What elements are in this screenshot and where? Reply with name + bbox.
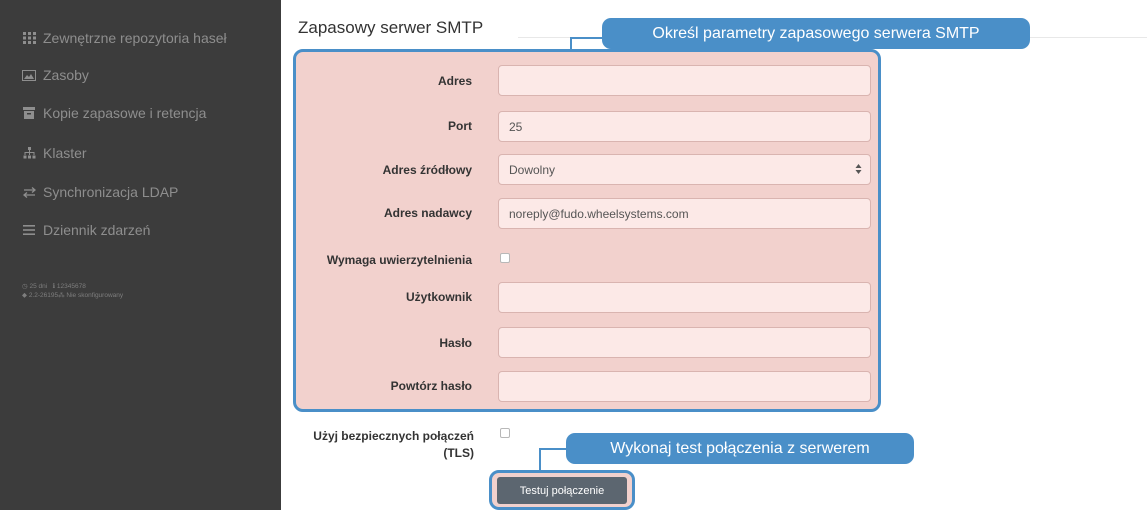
password-repeat-label: Powtórz hasło (390, 379, 472, 393)
select-value: Dowolny (509, 162, 556, 177)
clock-icon: ◷ (22, 283, 28, 290)
system-status-line-2: ◆ 2.2-26195⁂ Nie skonfigurowany (22, 291, 123, 300)
uptime-text: 25 dni (29, 283, 48, 290)
info-icon: ℹ (52, 283, 56, 290)
user-input[interactable] (498, 282, 871, 313)
password-input[interactable] (498, 327, 871, 358)
exchange-icon (22, 185, 36, 199)
sidebar-item-ldap-sync[interactable]: Synchronizacja LDAP (22, 180, 178, 204)
callout-connector (570, 37, 604, 39)
sidebar-item-cluster[interactable]: Klaster (22, 141, 87, 165)
sidebar-item-label: Dziennik zdarzeń (43, 222, 151, 238)
system-id-text: 12345678 (56, 283, 86, 290)
sidebar-item-label: Zewnętrzne repozytoria haseł (43, 30, 227, 46)
password-label: Hasło (439, 336, 472, 350)
sidebar-item-label: Kopie zapasowe i retencja (43, 105, 207, 121)
callout-connector (570, 38, 572, 50)
sender-address-label: Adres nadawcy (383, 206, 472, 220)
source-address-label: Adres źródłowy (382, 163, 472, 177)
sitemap-icon (22, 146, 36, 160)
select-arrows-icon (855, 163, 862, 178)
system-status-line-1: ◷ 25 dni ℹ 12345678 (22, 282, 86, 291)
auth-required-checkbox[interactable] (500, 253, 510, 263)
source-address-select[interactable]: Dowolny (498, 154, 871, 185)
page: Zewnętrzne repozytoria haseł Zasoby Kopi… (0, 0, 1147, 510)
password-repeat-input[interactable] (498, 371, 871, 402)
sidebar-item-password-repositories[interactable]: Zewnętrzne repozytoria haseł (22, 26, 227, 50)
port-label: Port (448, 119, 472, 133)
image-icon (22, 68, 36, 82)
auth-required-label: Wymaga uwierzytelnienia (326, 253, 472, 267)
archive-icon (22, 106, 36, 120)
list-icon (22, 223, 36, 237)
sitemap-icon: ⁂ (58, 292, 65, 299)
address-label: Adres (437, 74, 472, 88)
sidebar: Zewnętrzne repozytoria haseł Zasoby Kopi… (0, 0, 281, 510)
callout-bottom: Wykonaj test połączenia z serwerem (566, 433, 914, 464)
version-text: 2.2-26195 (28, 292, 59, 299)
callout-connector (539, 449, 541, 471)
address-input[interactable] (498, 65, 871, 96)
sidebar-item-label: Synchronizacja LDAP (43, 184, 179, 200)
callout-connector (539, 448, 569, 450)
sidebar-item-label: Klaster (43, 145, 87, 161)
callout-top: Określ parametry zapasowego serwera SMTP (602, 18, 1030, 49)
tag-icon: ◆ (22, 292, 27, 299)
sidebar-item-event-log[interactable]: Dziennik zdarzeń (22, 218, 150, 242)
cluster-status-text: Nie skonfigurowany (66, 292, 124, 299)
tls-checkbox[interactable] (500, 428, 510, 438)
sidebar-item-label: Zasoby (43, 67, 89, 83)
sidebar-item-resources[interactable]: Zasoby (22, 63, 89, 87)
section-title: Zapasowy serwer SMTP (298, 18, 484, 37)
test-connection-button[interactable]: Testuj połączenie (497, 477, 627, 504)
user-label: Użytkownik (405, 290, 472, 304)
grid-icon (22, 31, 36, 45)
port-input[interactable]: 25 (498, 111, 871, 142)
tls-label: Użyj bezpiecznych połączeń (TLS) (313, 429, 474, 460)
sender-address-input[interactable]: noreply@fudo.wheelsystems.com (498, 198, 871, 229)
sidebar-item-backups[interactable]: Kopie zapasowe i retencja (22, 101, 206, 125)
